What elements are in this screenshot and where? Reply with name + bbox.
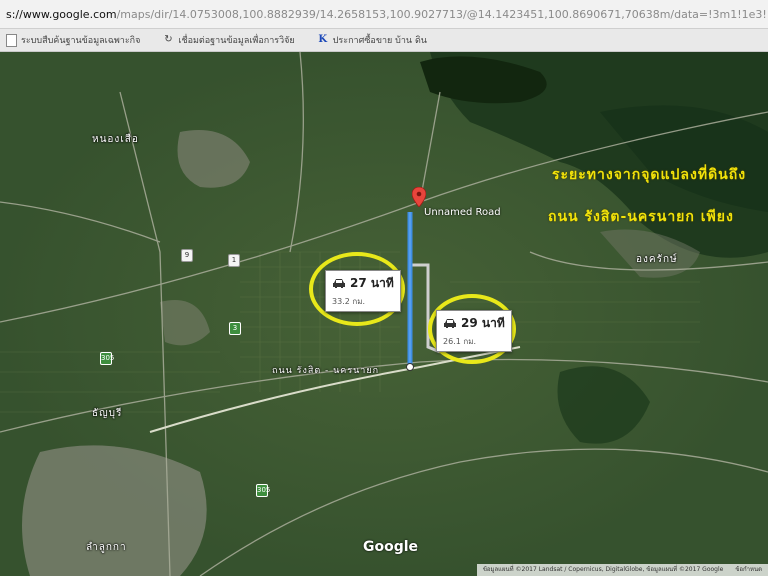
document-icon: [6, 33, 17, 47]
k-logo-icon: K: [318, 34, 328, 45]
url-text[interactable]: s://www.google.com/maps/dir/14.0753008,1…: [0, 8, 766, 21]
route-card[interactable]: 27 นาที 33.2 กม.: [325, 270, 401, 312]
route-card[interactable]: 29 นาที 26.1 กม.: [436, 310, 512, 352]
terms-link[interactable]: ข้อกำหนด: [735, 566, 762, 573]
car-icon: [333, 279, 345, 288]
google-logo: Google: [363, 539, 419, 555]
route-shield: 3: [229, 322, 241, 335]
bookmark-item[interactable]: ↻ เชื่อมต่อฐานข้อมูลเพื่อการวิจัย: [156, 33, 295, 47]
route-distance: 26.1 กม.: [443, 337, 477, 346]
satellite-map[interactable]: Unnamed Road หนองเสือ ถนน รังสิต - นครนา…: [0, 52, 768, 576]
bookmarks-bar: ระบบสืบค้นฐานข้อมูลเฉพาะกิจ ↻ เชื่อมต่อฐ…: [0, 29, 768, 52]
address-bar[interactable]: s://www.google.com/maps/dir/14.0753008,1…: [0, 0, 768, 29]
annotation-line-1: ระยะทางจากจุดแปลงที่ดินถึง: [552, 167, 747, 183]
place-label-east: องครักษ์: [636, 254, 678, 265]
bookmark-item[interactable]: ระบบสืบค้นฐานข้อมูลเฉพาะกิจ: [0, 33, 140, 47]
route-shield: 305: [256, 484, 270, 497]
bookmark-label: เชื่อมต่อฐานข้อมูลเพื่อการวิจัย: [178, 36, 295, 46]
place-label-southwest: ธัญบุรี: [92, 408, 123, 419]
car-icon: [444, 319, 456, 328]
bookmark-label: ประกาศซื้อขาย บ้าน ดิน: [332, 36, 427, 46]
route-distance: 33.2 กม.: [332, 297, 366, 306]
place-label-south: ลำลูกกา: [86, 542, 127, 553]
location-pin-icon[interactable]: [412, 187, 426, 207]
bookmark-item[interactable]: K ประกาศซื้อขาย บ้าน ดิน: [311, 33, 427, 47]
route-time: 29 นาที: [461, 316, 505, 330]
bookmark-label: ระบบสืบค้นฐานข้อมูลเฉพาะกิจ: [21, 36, 141, 46]
place-label-district: หนองเสือ: [92, 134, 139, 145]
attribution-text: ข้อมูลแผนที่ ©2017 Landsat / Copernicus,…: [482, 566, 724, 573]
route-shield: 1: [228, 254, 240, 267]
pin-place-label: Unnamed Road: [424, 207, 501, 218]
map-attribution: ข้อมูลแผนที่ ©2017 Landsat / Copernicus,…: [476, 564, 768, 576]
route-shield: 305: [100, 352, 114, 365]
url-path: /maps/dir/14.0753008,100.8882939/14.2658…: [116, 7, 766, 21]
road-label: ถนน รังสิต - นครนายก: [272, 366, 380, 376]
url-host: s://www.google.com: [6, 7, 117, 21]
annotation-line-2: ถนน รังสิต-นครนายก เพียง: [548, 209, 734, 225]
route-time: 27 นาที: [350, 276, 394, 290]
refresh-icon: ↻: [164, 34, 173, 45]
route-shield: 9: [181, 249, 193, 262]
